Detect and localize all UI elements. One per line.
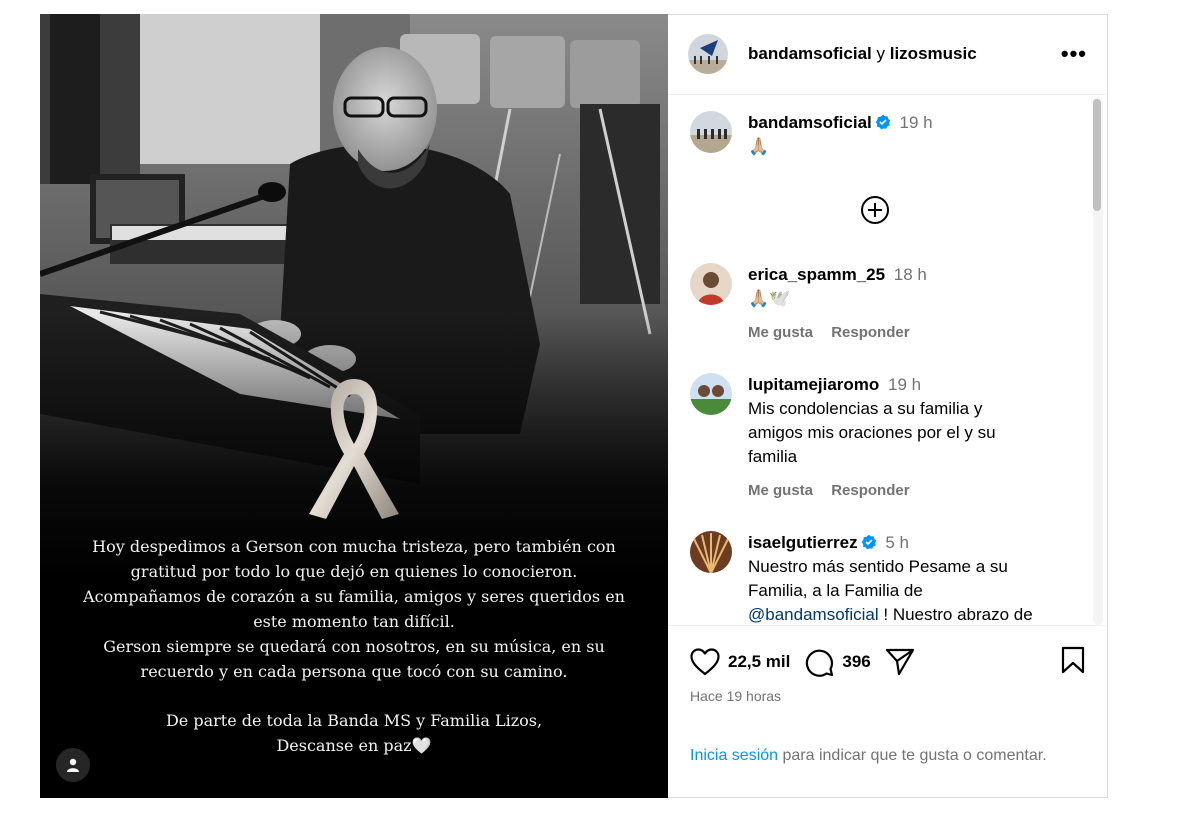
save-button[interactable] [1061,646,1085,679]
comment-bubble-icon [806,650,834,678]
post-header: bandamsoficial y lizosmusic ••• [668,15,1107,95]
more-horizontal-icon[interactable]: ••• [1057,41,1091,67]
tribute-line: Gerson siempre se quedará con nosotros, … [103,637,605,656]
verified-badge-icon [861,534,876,550]
comment-text: 🙏🏼🕊️ [748,288,791,308]
send-icon [885,649,914,676]
like-count: 22,5 mil [728,652,791,672]
comment-item: erica_spamm_25 18 h 🙏🏼🕊️ Me gusta Respon… [690,262,1079,345]
login-prompt: Inicia sesión para indicar que te gusta … [690,744,1085,768]
mention-link[interactable]: @bandamsoficial [748,605,879,624]
comment-time: 5 h [885,532,909,552]
tribute-line: gratitud por todo lo que dejó en quienes… [130,562,578,581]
user-icon [67,758,79,772]
comment-text: Nuestro más sentido Pesame a su Familia,… [748,555,1079,626]
post-panel: bandamsoficial y lizosmusic ••• bandamso… [668,15,1107,797]
comment-username[interactable]: erica_spamm_25 [748,265,885,284]
post-actions: 22,5 mil 396 Hace 19 horas Inicia sesión… [668,625,1107,797]
caption: bandamsoficial 19 h 🙏🏼 [690,110,1079,159]
tagged-users-button[interactable] [56,748,90,782]
comments-list[interactable]: bandamsoficial 19 h 🙏🏼 erica_spamm_25 18… [668,95,1107,626]
comment-text-line: amigos mis oraciones por el y su [748,422,996,442]
bookmark-icon [1061,646,1085,674]
comment-text-line: Nuestro más sentido Pesame a su [748,556,1008,576]
comment-text: 🙏🏼 [748,136,770,156]
comment-text-line: familia [748,446,798,466]
verified-badge-icon [875,114,890,130]
comment-username[interactable]: isaelgutierrez [748,533,858,552]
load-more-comments-icon[interactable] [860,195,890,225]
comment-text-tail: ! Nuestro abrazo de [878,604,1033,624]
coauthor-link[interactable]: lizosmusic [890,44,977,63]
comment-like-button[interactable]: Me gusta [748,324,813,341]
comment-item: isaelgutierrez 5 h Nuestro más sentido P… [690,530,1079,626]
tribute-line: Hoy despedimos a Gerson con mucha triste… [92,537,616,556]
comment-time: 19 h [899,112,933,132]
avatar[interactable] [690,530,732,573]
comment-actions: Me gusta Responder [748,479,1079,503]
tribute-text: Hoy despedimos a Gerson con mucha triste… [80,534,628,758]
tribute-line: recuerdo y en cada persona que tocó con … [140,662,568,681]
post-timestamp[interactable]: Hace 19 horas [690,688,1085,704]
comment-button[interactable]: 396 [804,647,884,678]
comment-time: 19 h [888,374,922,394]
signoff-line: De parte de toda la Banda MS y Familia L… [165,711,543,730]
comment-reply-button[interactable]: Responder [831,324,909,341]
login-prompt-text: para indicar que te gusta o comentar. [778,747,1047,765]
comment-text-line: Familia, a la Familia de [748,580,923,600]
comment-count: 396 [842,652,871,672]
like-button[interactable]: 22,5 mil [690,648,804,676]
avatar[interactable] [688,34,728,75]
post-card: Hoy despedimos a Gerson con mucha triste… [40,14,1108,798]
comment-time: 18 h [893,264,927,284]
comment-username[interactable]: lupitamejiaromo [748,375,879,394]
avatar[interactable] [690,372,732,415]
avatar[interactable] [690,110,732,153]
login-link[interactable]: Inicia sesión [690,747,778,764]
scrollbar-thumb[interactable] [1093,98,1101,211]
author-joiner: y [876,44,886,64]
comment-text-line: Mis condolencias a su familia y [748,398,983,418]
heart-icon [690,648,720,676]
author-link[interactable]: bandamsoficial [748,44,872,63]
comment-item: lupitamejiaromo 19 h Mis condolencias a … [690,372,1079,503]
comment-actions: Me gusta Responder [748,321,1079,345]
avatar[interactable] [690,262,732,305]
comment-username[interactable]: bandamsoficial [748,113,872,132]
post-author: bandamsoficial y lizosmusic [748,44,1057,64]
tribute-line: Acompañamos de corazón a su familia, ami… [83,587,625,606]
mourning-ribbon-icon [309,379,399,519]
comment-text: Mis condolencias a su familia y amigos m… [748,397,1079,469]
post-media[interactable]: Hoy despedimos a Gerson con mucha triste… [40,14,668,798]
signoff-line: Descanse en paz🤍 [276,736,432,755]
share-button[interactable] [885,647,915,677]
comment-like-button[interactable]: Me gusta [748,482,813,499]
tribute-line: este momento tan difícil. [253,612,455,631]
comment-reply-button[interactable]: Responder [831,482,909,499]
